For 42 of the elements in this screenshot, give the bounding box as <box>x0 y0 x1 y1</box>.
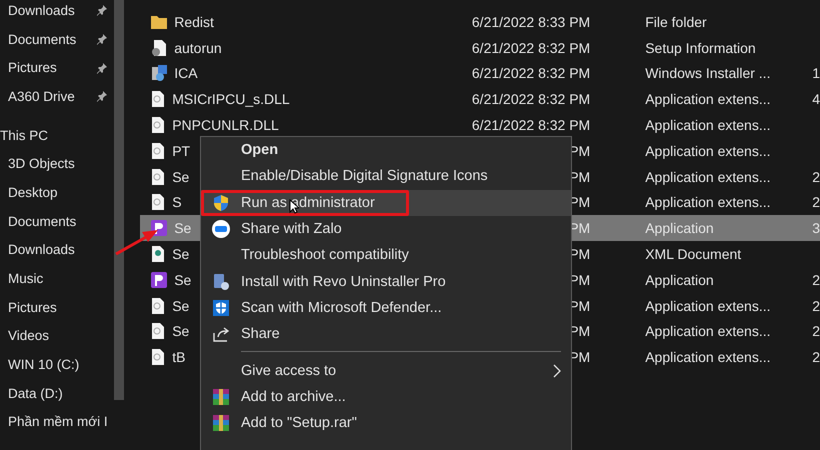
file-name: Se <box>172 246 190 262</box>
type-cell-text: File folder <box>645 14 708 30</box>
type-cell-text: Application extens... <box>645 349 772 366</box>
file-name: Se <box>174 272 192 288</box>
size-cell: 3 <box>812 220 820 236</box>
file-name: autorun <box>174 40 222 56</box>
date-cell-text: 6/21/2022 8:32 PM <box>470 117 590 134</box>
file-name: S <box>172 194 182 210</box>
type-cell-text: Application extens... <box>645 298 772 314</box>
size-cell: 2 <box>812 272 820 288</box>
file-name: Se <box>172 168 190 185</box>
size-cell: 1 <box>812 65 820 82</box>
type-cell-text: Windows Installer ... <box>645 65 772 82</box>
type-cell-text: Application extens... <box>645 142 772 159</box>
file-name: Se <box>174 220 192 236</box>
type-cell-text: XML Document <box>645 246 742 262</box>
file-name: Se <box>172 298 190 314</box>
size-cell: 2 <box>812 168 820 185</box>
file-name: MSICrIPCU_s.DLL <box>172 91 290 108</box>
date-cell-text: 6/21/2022 8:32 PM <box>470 91 590 108</box>
type-cell-text: Setup Information <box>645 40 757 56</box>
file-name: PT <box>172 142 190 159</box>
type-cell-text: Application extens... <box>645 168 772 185</box>
size-cell: 2 <box>812 349 820 366</box>
type-cell-text: Application extens... <box>645 194 772 210</box>
file-name: ICA <box>174 65 198 82</box>
size-cell: 2 <box>812 298 820 314</box>
size-cell: 4 <box>812 91 820 108</box>
type-cell-text: Application extens... <box>645 323 772 340</box>
file-name: Se <box>172 323 190 340</box>
file-name: Redist <box>174 14 214 30</box>
type-cell-text: Application extens... <box>645 117 772 134</box>
date-cell-text: 6/21/2022 8:32 PM <box>470 65 590 82</box>
date-cell-text: 6/21/2022 8:32 PM <box>470 40 590 56</box>
type-cell-text: Application <box>645 220 715 236</box>
date-cell-text: 6/21/2022 8:33 PM <box>470 14 590 30</box>
type-cell-text: Application extens... <box>645 91 772 108</box>
file-name: tB <box>172 349 186 366</box>
size-cell: 2 <box>812 194 820 210</box>
type-cell-text: Application <box>645 272 715 288</box>
file-name: PNPCUNLR.DLL <box>172 117 279 134</box>
size-cell: 2 <box>812 323 820 340</box>
